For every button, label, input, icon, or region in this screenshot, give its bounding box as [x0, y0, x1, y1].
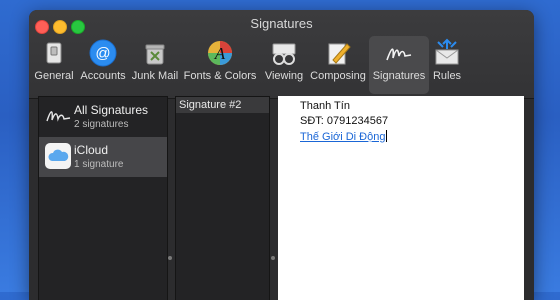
- tab-junk-mail-label: Junk Mail: [131, 70, 179, 82]
- font-colors-icon: A: [208, 41, 232, 65]
- tab-composing-label: Composing: [310, 70, 366, 82]
- tab-accounts-label: Accounts: [80, 70, 126, 82]
- tab-signatures-label: Signatures: [372, 70, 426, 82]
- signature-phone-line[interactable]: SĐT: 0791234567: [300, 115, 388, 127]
- at-sign-icon: @: [89, 39, 117, 67]
- accounts-list: All Signatures 2 signatures iCloud 1 sig…: [38, 96, 168, 300]
- general-switch-icon: [46, 42, 62, 64]
- glasses-icon: [272, 43, 296, 65]
- signature-link[interactable]: Thế Giới Di Động: [300, 130, 388, 143]
- tab-signatures[interactable]: Signatures: [369, 36, 429, 94]
- tab-general-label: General: [34, 70, 74, 82]
- tab-fonts-colors-label: Fonts & Colors: [183, 70, 257, 82]
- tab-rules[interactable]: Rules: [429, 36, 465, 94]
- tab-accounts[interactable]: @ Accounts: [77, 36, 129, 94]
- signature-editor[interactable]: Thanh Tín SĐT: 0791234567 Thế Giới Di Độ…: [278, 96, 524, 300]
- signatures-window: Signatures General @ Accounts Junk Mail …: [29, 10, 534, 300]
- pane-resize-handle[interactable]: [168, 256, 172, 260]
- signature-list-item[interactable]: Signature #2: [176, 97, 269, 113]
- tab-composing[interactable]: Composing: [309, 36, 367, 94]
- signature-icon: [46, 111, 71, 122]
- window-title: Signatures: [250, 16, 313, 31]
- signature-name-line[interactable]: Thanh Tín: [300, 100, 350, 112]
- svg-text:A: A: [214, 44, 226, 63]
- pane-resize-handle[interactable]: [271, 256, 275, 260]
- junk-mail-trash-icon: [145, 44, 165, 65]
- account-all-signatures[interactable]: All Signatures 2 signatures: [39, 97, 167, 137]
- account-signature-count: 2 signatures: [74, 119, 129, 130]
- icloud-icon: [45, 143, 71, 169]
- preferences-toolbar: General @ Accounts Junk Mail A Fonts & C…: [29, 36, 534, 96]
- title-bar: Signatures General @ Accounts Junk Mail …: [29, 10, 534, 99]
- signatures-list: Signature #2: [175, 96, 270, 300]
- tab-fonts-colors[interactable]: A Fonts & Colors: [183, 36, 257, 94]
- account-name: All Signatures: [74, 103, 149, 117]
- tab-viewing-label: Viewing: [264, 70, 304, 82]
- signature-icon: [386, 48, 412, 61]
- pencil-paper-icon: [328, 43, 351, 65]
- signature-link-text[interactable]: Thế Giới Di Động: [300, 131, 385, 143]
- tab-rules-label: Rules: [432, 70, 462, 82]
- account-name: iCloud: [74, 143, 109, 157]
- tab-junk-mail[interactable]: Junk Mail: [129, 36, 181, 94]
- account-signature-count: 1 signature: [74, 159, 124, 170]
- account-icloud[interactable]: iCloud 1 signature: [39, 137, 167, 177]
- tab-general[interactable]: General: [33, 36, 75, 94]
- rules-envelope-icon: [435, 38, 459, 65]
- text-cursor: [386, 130, 388, 142]
- tab-viewing[interactable]: Viewing: [261, 36, 307, 94]
- svg-text:@: @: [95, 45, 110, 62]
